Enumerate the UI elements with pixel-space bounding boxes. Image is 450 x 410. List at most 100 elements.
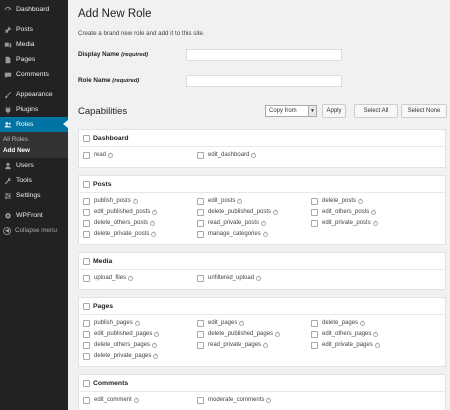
capability-checkbox[interactable] (83, 352, 90, 360)
capability-item: edit_published_pages? (83, 329, 160, 339)
capability-checkbox[interactable] (197, 330, 204, 338)
role-name-input[interactable] (186, 75, 342, 87)
capability-checkbox[interactable] (83, 208, 90, 216)
capability-checkbox[interactable] (311, 319, 318, 327)
sidebar-item-pages[interactable]: Pages (0, 52, 68, 67)
help-icon[interactable]: ? (153, 353, 159, 359)
help-icon[interactable]: ? (133, 397, 139, 403)
sidebar-item-posts[interactable]: Posts (0, 22, 68, 37)
capability-checkbox[interactable] (311, 197, 318, 205)
group-title: Pages (93, 302, 114, 310)
group-checkbox[interactable] (83, 379, 90, 387)
help-icon[interactable]: ? (273, 209, 279, 215)
help-icon[interactable]: ? (372, 220, 378, 226)
submenu-add-new[interactable]: Add New (0, 145, 68, 156)
capability-item: delete_pages? (311, 318, 366, 328)
capability-checkbox[interactable] (197, 151, 204, 159)
capability-checkbox[interactable] (83, 330, 90, 338)
help-icon[interactable]: ? (256, 275, 262, 281)
capability-item: delete_posts? (311, 196, 364, 206)
select-none-button[interactable]: Select None (401, 104, 447, 118)
help-icon[interactable]: ? (154, 331, 160, 337)
help-icon[interactable]: ? (152, 342, 158, 348)
help-icon[interactable]: ? (108, 152, 114, 158)
submenu-all-roles[interactable]: All Roles (0, 134, 68, 145)
sidebar-item-dashboard[interactable]: Dashboard (0, 2, 68, 17)
media-icon (3, 40, 12, 49)
help-icon[interactable]: ? (262, 231, 268, 237)
capability-checkbox[interactable] (83, 230, 90, 238)
apply-button[interactable]: Apply (322, 104, 346, 118)
group-checkbox[interactable] (83, 302, 90, 310)
capability-checkbox[interactable] (311, 330, 318, 338)
group-header: Dashboard (79, 130, 445, 147)
help-icon[interactable]: ? (263, 342, 269, 348)
help-icon[interactable]: ? (371, 209, 377, 215)
capability-label: delete_others_posts (94, 220, 149, 226)
capability-item: edit_others_pages? (311, 329, 379, 339)
help-icon[interactable]: ? (151, 231, 157, 237)
capability-checkbox[interactable] (197, 197, 204, 205)
group-checkbox[interactable] (83, 180, 90, 188)
capability-label: delete_posts (322, 198, 357, 204)
help-icon[interactable]: ? (134, 320, 140, 326)
capability-checkbox[interactable] (311, 208, 318, 216)
capability-checkbox[interactable] (197, 219, 204, 227)
help-icon[interactable]: ? (128, 275, 134, 281)
settings-icon (3, 191, 12, 200)
help-icon[interactable]: ? (251, 152, 257, 158)
help-icon[interactable]: ? (152, 209, 158, 215)
capability-checkbox[interactable] (197, 274, 204, 282)
sidebar-item-wpfront[interactable]: WPFront (0, 208, 68, 223)
sidebar-item-tools[interactable]: Tools (0, 173, 68, 188)
capability-item: edit_dashboard? (197, 150, 257, 160)
capability-item: edit_comment? (83, 395, 139, 405)
help-icon[interactable]: ? (237, 198, 243, 204)
help-icon[interactable]: ? (358, 198, 364, 204)
capability-label: edit_posts (208, 198, 236, 204)
group-header: Comments (79, 375, 445, 392)
capability-checkbox[interactable] (83, 274, 90, 282)
help-icon[interactable]: ? (266, 397, 272, 403)
help-icon[interactable]: ? (374, 342, 380, 348)
sidebar-item-users[interactable]: Users (0, 158, 68, 173)
help-icon[interactable]: ? (373, 331, 379, 337)
display-name-input[interactable] (186, 49, 342, 61)
capability-checkbox[interactable] (83, 197, 90, 205)
group-title: Dashboard (93, 134, 129, 142)
copy-from-value: Copy from (269, 108, 297, 114)
help-icon[interactable]: ? (239, 320, 245, 326)
sidebar-item-roles[interactable]: Roles (0, 117, 68, 132)
capability-checkbox[interactable] (197, 396, 204, 404)
select-all-button[interactable]: Select All (354, 104, 398, 118)
sidebar-item-label: Tools (16, 177, 32, 184)
group-checkbox[interactable] (83, 134, 90, 142)
capability-checkbox[interactable] (197, 341, 204, 349)
sidebar-item-media[interactable]: Media (0, 37, 68, 52)
capability-checkbox[interactable] (83, 319, 90, 327)
sidebar-item-appearance[interactable]: Appearance (0, 87, 68, 102)
capability-checkbox[interactable] (197, 319, 204, 327)
sidebar-item-plugins[interactable]: Plugins (0, 102, 68, 117)
help-icon[interactable]: ? (275, 331, 281, 337)
help-icon[interactable]: ? (360, 320, 366, 326)
group-checkbox[interactable] (83, 257, 90, 265)
help-icon[interactable]: ? (150, 220, 156, 226)
capability-checkbox[interactable] (83, 341, 90, 349)
capability-checkbox[interactable] (83, 219, 90, 227)
capability-group-pages: Pages publish_pages? edit_pages? delete_… (78, 297, 446, 367)
copy-from-select[interactable]: Copy from ▼ (265, 105, 317, 117)
capability-checkbox[interactable] (83, 396, 90, 404)
capability-checkbox[interactable] (311, 341, 318, 349)
capability-checkbox[interactable] (83, 151, 90, 159)
sidebar-item-comments[interactable]: Comments (0, 67, 68, 82)
sidebar-item-label: Settings (16, 192, 41, 199)
capability-checkbox[interactable] (197, 230, 204, 238)
collapse-menu[interactable]: ◀ Collapse menu (0, 223, 68, 238)
capability-checkbox[interactable] (197, 208, 204, 216)
help-icon[interactable]: ? (132, 198, 138, 204)
capability-checkbox[interactable] (311, 219, 318, 227)
sidebar-item-settings[interactable]: Settings (0, 188, 68, 203)
capability-label: delete_published_posts (208, 209, 272, 215)
help-icon[interactable]: ? (261, 220, 267, 226)
